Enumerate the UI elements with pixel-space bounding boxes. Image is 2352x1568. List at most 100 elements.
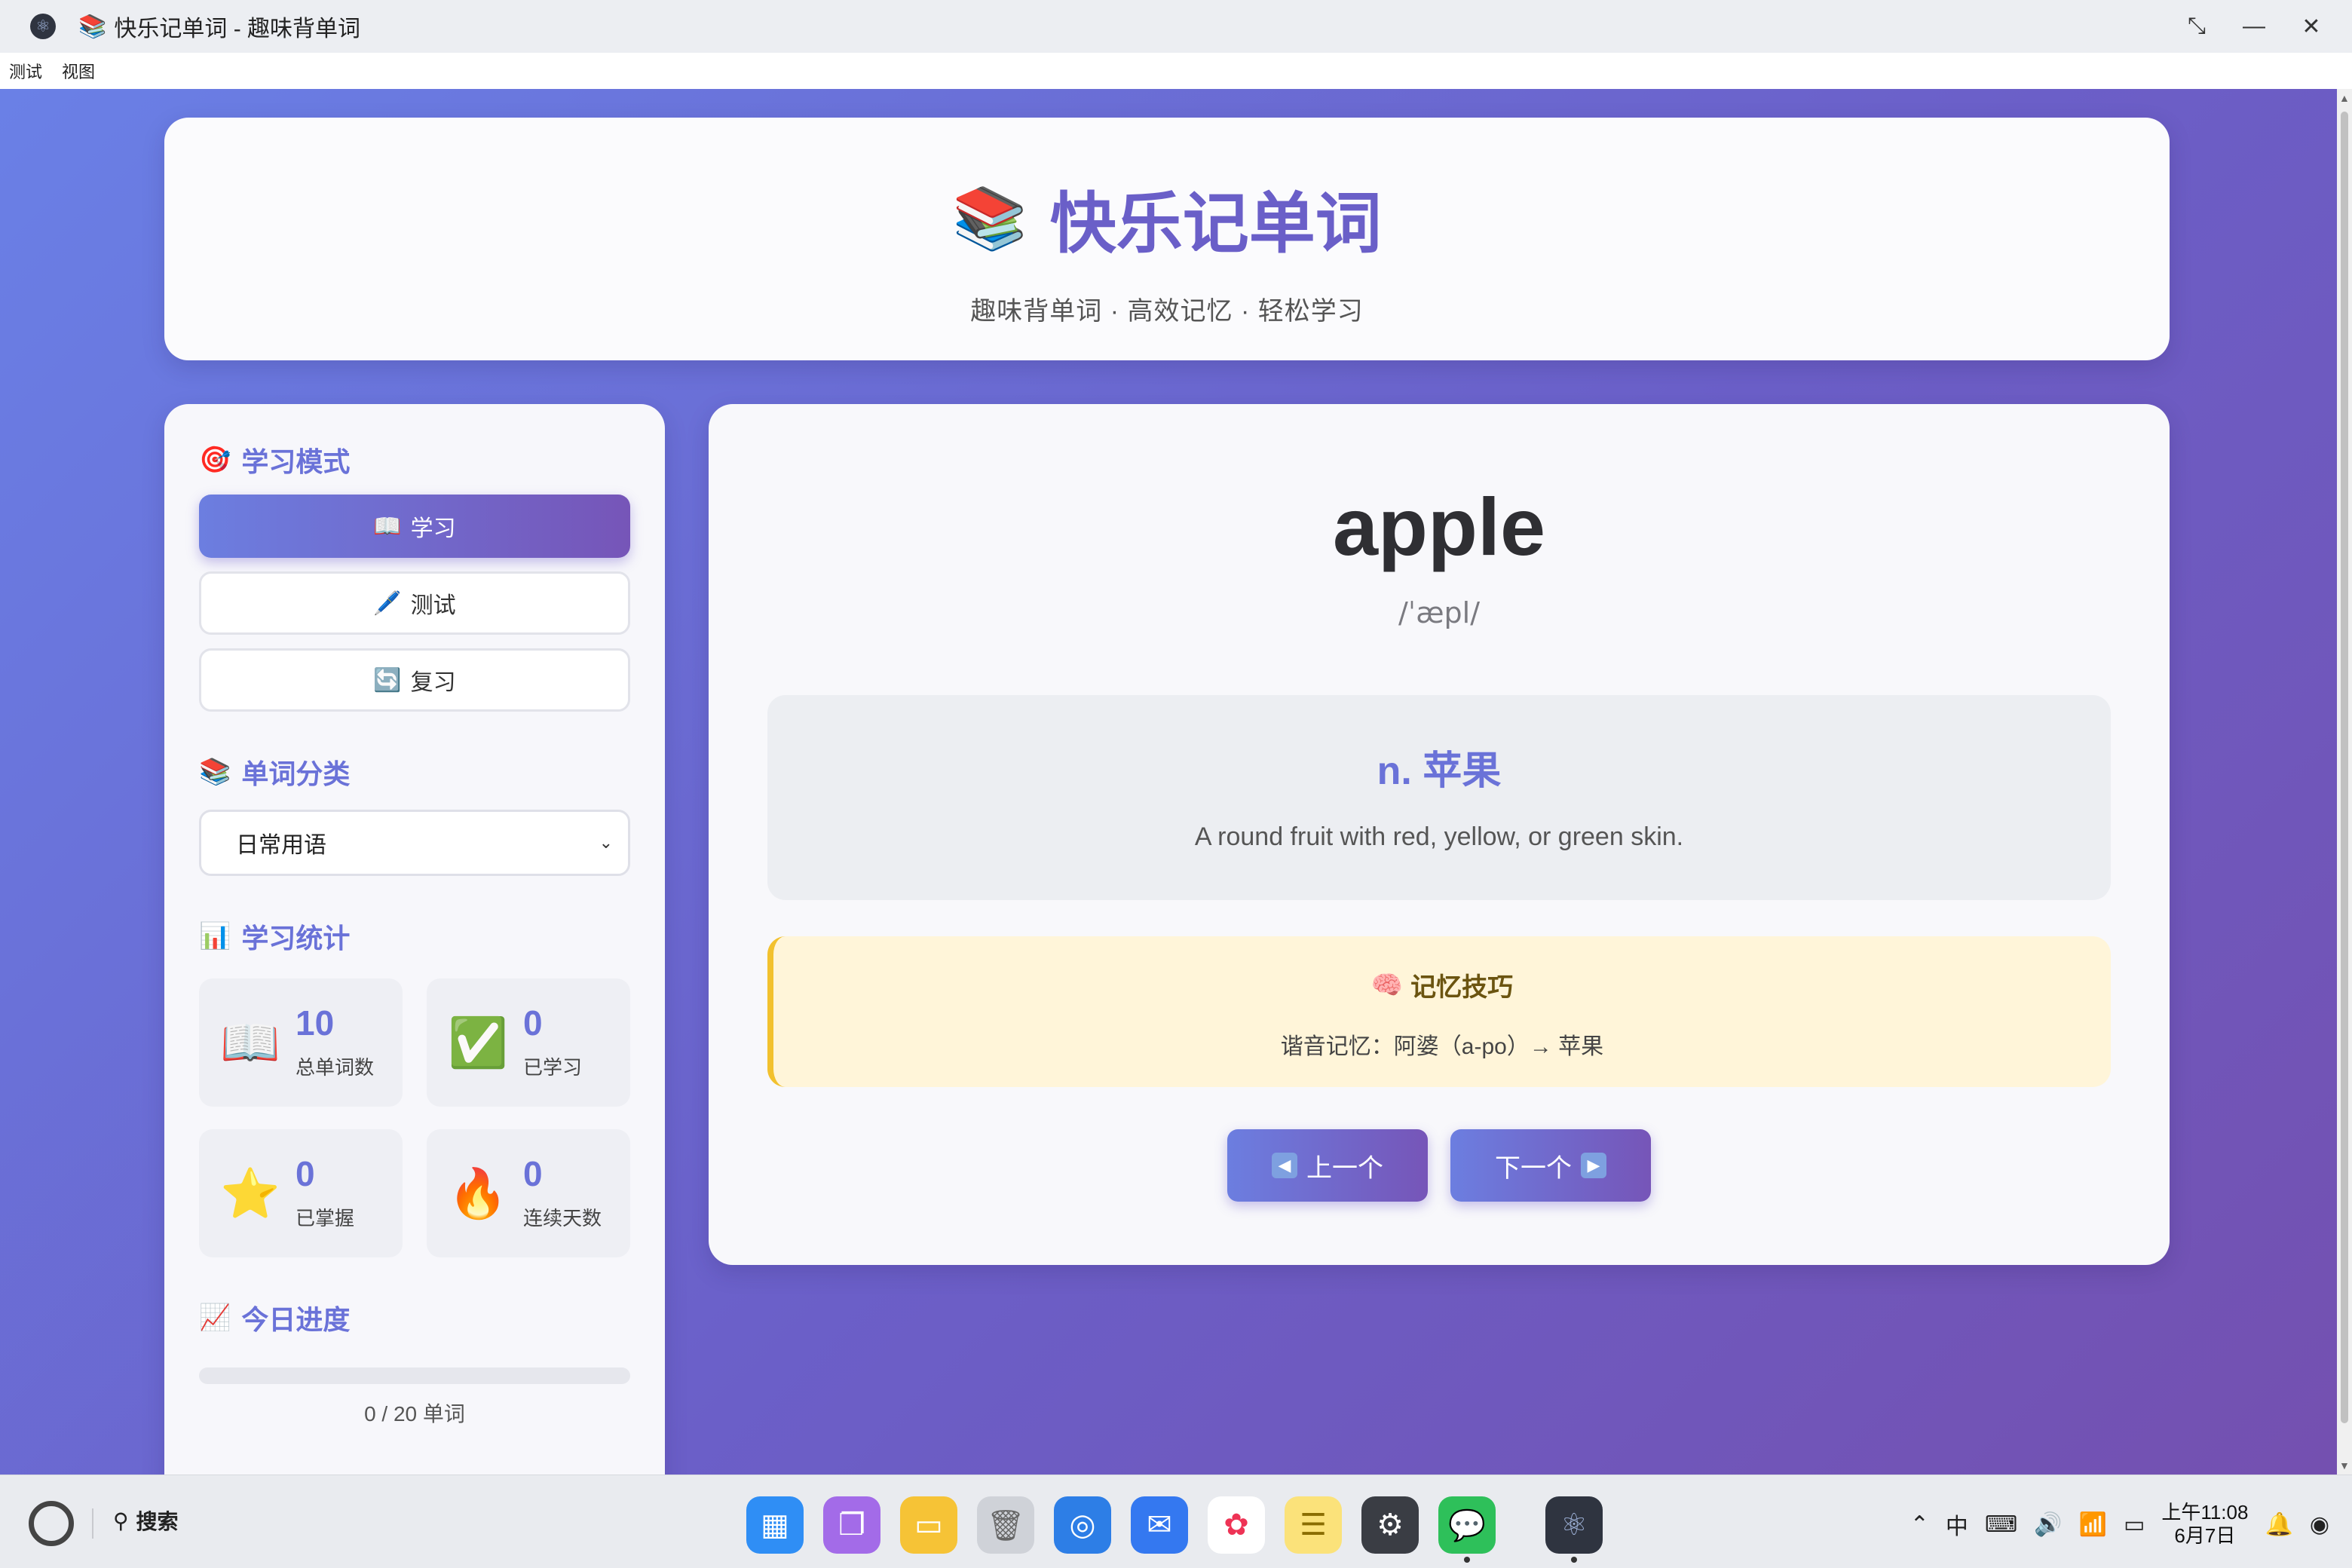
mode-review-label: 复习	[410, 670, 456, 695]
category-section-label: 单词分类	[241, 758, 351, 789]
launcher-icon[interactable]: ▦	[746, 1496, 804, 1554]
start-button[interactable]	[29, 1501, 74, 1546]
clock[interactable]: 上午11:08 6月7日	[2161, 1501, 2248, 1548]
mode-button-review[interactable]: 🔄 复习	[199, 648, 630, 712]
arrow-right-icon: ▶	[1581, 1153, 1606, 1178]
app-title: 📚 快乐记单词	[164, 170, 2170, 266]
menu-bar: 测试 视图	[0, 53, 2352, 89]
category-section-title: 📚 单词分类	[199, 752, 630, 792]
memory-tip-label: 记忆技巧	[1410, 973, 1514, 1002]
stats-section-title: 📊 学习统计	[199, 917, 630, 956]
open-book-icon: 📖	[220, 1015, 280, 1070]
word-text: apple	[1332, 481, 1546, 572]
taskbar-search[interactable]: ⚲ 搜索	[113, 1505, 179, 1536]
wechat-icon[interactable]: 💬	[1438, 1496, 1496, 1563]
wifi-icon[interactable]: 📶	[2079, 1511, 2107, 1538]
system-tray: ⌃ 中 ⌨ 🔊 📶 ▭ 上午11:08 6月7日 🔔 ◉	[1910, 1501, 2329, 1548]
close-icon[interactable]: ✕	[2301, 14, 2322, 39]
memory-tip-text: 谐音记忆：阿婆（a-po）→ 苹果	[1280, 1034, 1604, 1059]
menu-item-view[interactable]: 视图	[62, 59, 95, 83]
brain-icon: 🧠	[1370, 970, 1404, 1000]
settings-icon[interactable]: ⚙	[1361, 1496, 1419, 1554]
target-icon: 🎯	[199, 446, 231, 474]
memory-tip-title: 🧠 记忆技巧	[773, 966, 2111, 1003]
scroll-up-icon[interactable]: ▲	[2339, 92, 2350, 104]
tray-expand-icon[interactable]: ⌃	[1910, 1511, 1929, 1538]
files-icon[interactable]: ▭	[900, 1496, 957, 1554]
electron-app-icon: ⚛	[30, 14, 56, 39]
app-viewport: 📚 快乐记单词 趣味背单词 · 高效记忆 · 轻松学习 🎯 学习模式 📖 学习 …	[0, 89, 2337, 1475]
app-title-text: 快乐记单词	[1049, 186, 1382, 261]
pen-icon: 🖊️	[373, 590, 402, 616]
progress-section-title: 📈 今日进度	[199, 1298, 630, 1337]
previous-label: 上一个	[1306, 1153, 1383, 1183]
stat-value: 0	[296, 1153, 315, 1193]
next-label: 下一个	[1495, 1153, 1572, 1183]
header-card: 📚 快乐记单词 趣味背单词 · 高效记忆 · 轻松学习	[164, 118, 2170, 360]
meaning-box: n. 苹果 A round fruit with red, yellow, or…	[767, 695, 2111, 900]
open-book-icon: 📖	[373, 513, 402, 539]
stat-label: 已掌握	[296, 1206, 355, 1230]
category-select[interactable]: 日常用语 ⌄	[199, 810, 630, 876]
notes-icon[interactable]: ☰	[1285, 1496, 1342, 1554]
daily-progress-bar	[199, 1367, 630, 1384]
previous-button[interactable]: ◀ 上一个	[1227, 1129, 1428, 1202]
trash-icon[interactable]: 🗑	[977, 1496, 1034, 1554]
mail-icon[interactable]: ✉	[1131, 1496, 1188, 1554]
star-icon: ⭐	[220, 1165, 280, 1220]
stat-value: 0	[523, 1003, 543, 1043]
stat-value: 10	[296, 1003, 335, 1043]
volume-icon[interactable]: 🔊	[2034, 1511, 2062, 1538]
stat-label: 连续天数	[523, 1206, 602, 1230]
keyboard-icon[interactable]: ⌨	[1985, 1511, 2017, 1538]
mode-button-test[interactable]: 🖊️ 测试	[199, 571, 630, 635]
word-card: apple /ˈæpl/ n. 苹果 A round fruit with re…	[709, 404, 2170, 1265]
battery-icon[interactable]: ▭	[2124, 1511, 2145, 1538]
memory-tip-box: 🧠 记忆技巧 谐音记忆：阿婆（a-po）→ 苹果	[767, 936, 2111, 1087]
mode-test-label: 测试	[410, 593, 456, 618]
progress-section-label: 今日进度	[241, 1304, 351, 1335]
check-icon: ✅	[448, 1015, 508, 1070]
stats-grid: 📖 10 总单词数 ✅ 0 已学习 ⭐ 0 已掌握 🔥 0 连续天数	[199, 978, 630, 1257]
mode-section-title: 🎯 学习模式	[199, 440, 630, 479]
menu-item-test[interactable]: 测试	[9, 59, 42, 83]
electron-icon[interactable]: ⚛	[1545, 1496, 1603, 1563]
mode-section-label: 学习模式	[241, 446, 351, 477]
stats-section-label: 学习统计	[241, 923, 351, 954]
stat-streak: 🔥 0 连续天数	[427, 1129, 630, 1257]
stat-label: 已学习	[523, 1055, 583, 1079]
stat-total-words: 📖 10 总单词数	[199, 978, 403, 1107]
dock: ▦ ❐ ▭ 🗑 ◎ ✉ ✿ ☰ ⚙ 💬 ⚛	[746, 1496, 1603, 1563]
mode-button-learn[interactable]: 📖 学习	[199, 495, 630, 558]
word-definition: A round fruit with red, yellow, or green…	[1194, 822, 1684, 851]
taskbar-divider	[92, 1508, 93, 1539]
word-meaning: n. 苹果	[1377, 749, 1502, 793]
search-label: 搜索	[136, 1510, 179, 1533]
card-navigation: ◀ 上一个 下一个 ▶	[709, 1129, 2170, 1202]
chevron-down-icon: ⌄	[599, 833, 613, 852]
clock-time: 上午11:08	[2161, 1501, 2249, 1524]
clock-date: 6月7日	[2174, 1524, 2236, 1548]
browser-icon[interactable]: ◎	[1054, 1496, 1111, 1554]
next-button[interactable]: 下一个 ▶	[1450, 1129, 1651, 1202]
input-method-icon[interactable]: 中	[1946, 1508, 1968, 1541]
assistant-icon[interactable]: ◉	[2310, 1511, 2329, 1538]
daily-progress-text: 0 / 20 单词	[364, 1402, 465, 1426]
window-title: 快乐记单词 - 趣味背单词	[114, 17, 361, 41]
refresh-icon: 🔄	[373, 667, 402, 693]
books-icon: 📚	[199, 758, 231, 786]
vertical-scrollbar[interactable]: ▲ ▼	[2337, 89, 2352, 1475]
scrollbar-thumb[interactable]	[2341, 112, 2348, 1423]
word-phonetic: /ˈæpl/	[1398, 596, 1481, 629]
bar-chart-icon: 📊	[199, 922, 231, 951]
restore-icon[interactable]: ⤡	[2186, 14, 2207, 38]
multitask-icon[interactable]: ❐	[823, 1496, 880, 1554]
window-titlebar: ⚛ 📚 快乐记单词 - 趣味背单词 ⤡ — ✕	[0, 0, 2352, 53]
stat-mastered: ⭐ 0 已掌握	[199, 1129, 403, 1257]
scroll-down-icon[interactable]: ▼	[2339, 1459, 2350, 1472]
app-subtitle: 趣味背单词 · 高效记忆 · 轻松学习	[970, 297, 1364, 326]
notification-icon[interactable]: 🔔	[2265, 1511, 2292, 1538]
minimize-icon[interactable]: —	[2243, 14, 2265, 38]
category-selected-value: 日常用语	[236, 833, 326, 858]
photos-icon[interactable]: ✿	[1208, 1496, 1265, 1554]
